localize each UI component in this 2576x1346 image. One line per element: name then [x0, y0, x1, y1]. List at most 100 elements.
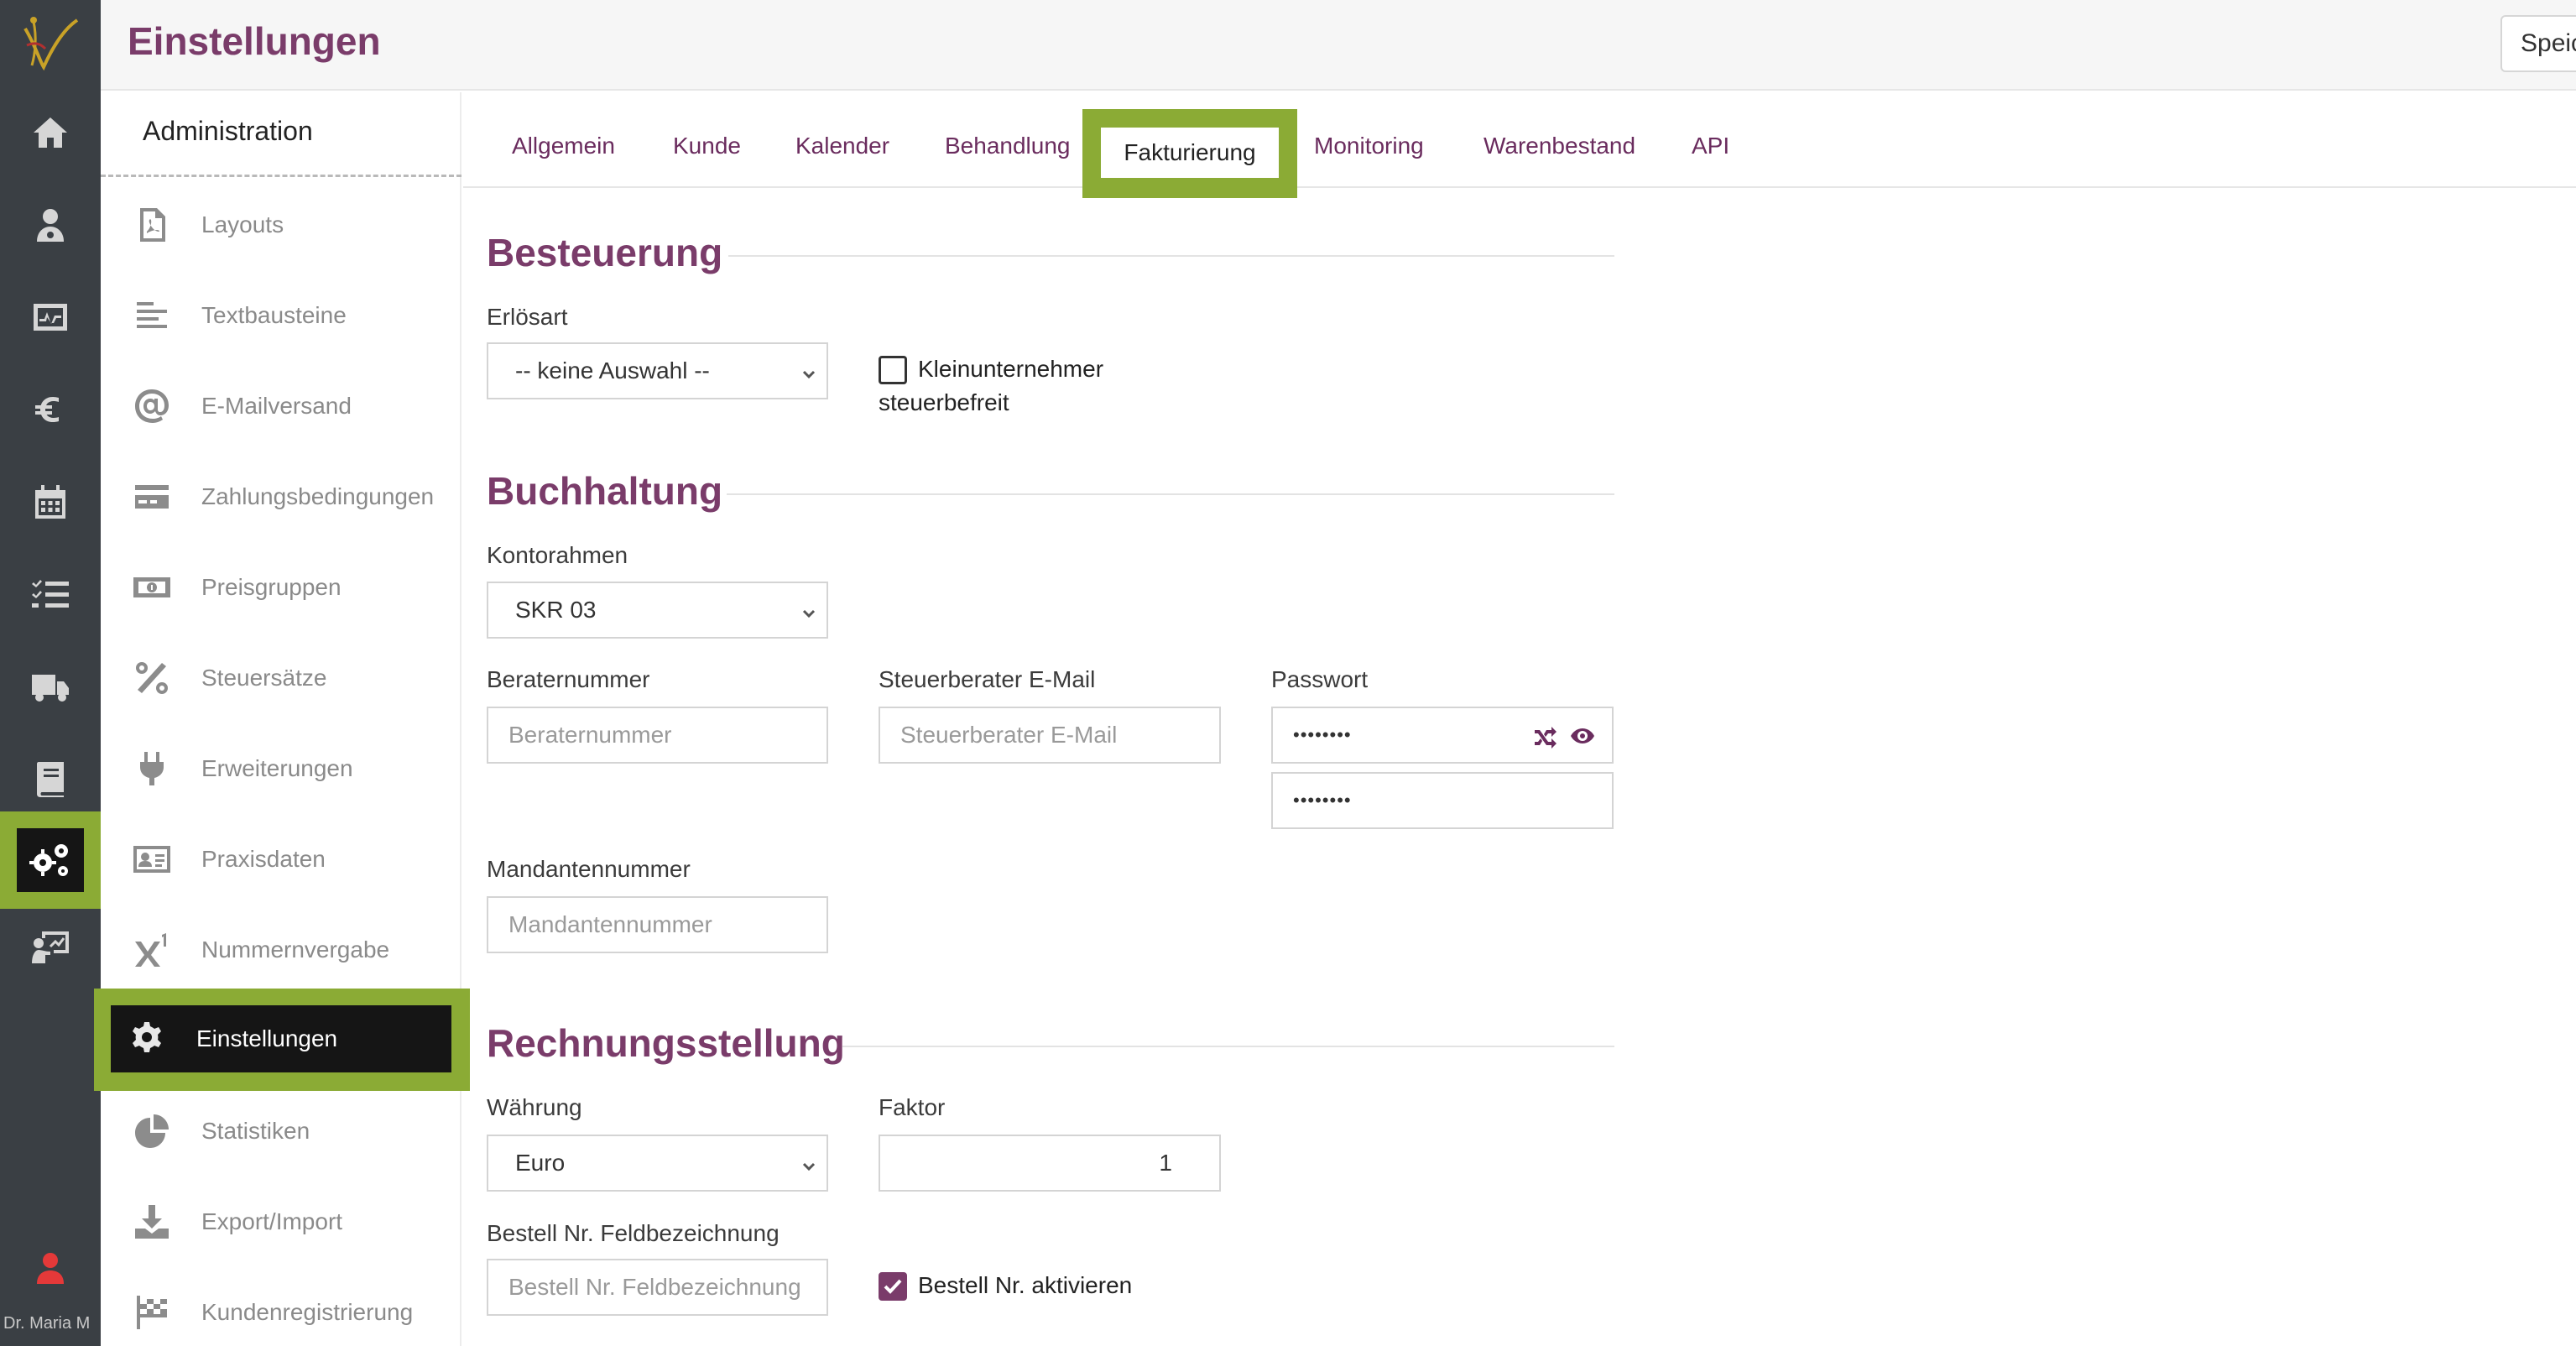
passwort-repeat-input[interactable]: •••••••• [1271, 772, 1614, 829]
checkmark-icon [884, 1279, 902, 1294]
pie-chart-icon [126, 1105, 178, 1157]
tab-warenbestand[interactable]: Warenbestand [1484, 133, 1635, 159]
settings-tabs: Allgemein Kunde Kalender Behandlung Moni… [463, 92, 2576, 188]
tab-fakturierung-highlight: Fakturierung [1082, 109, 1297, 198]
shuffle-icon[interactable] [1533, 723, 1558, 749]
task-list-icon[interactable] [0, 561, 101, 628]
bestellnr-feldbezeichnung-label: Bestell Nr. Feldbezeichnung [487, 1220, 780, 1246]
sidebar-item-export-import[interactable]: Export/Import [101, 1176, 461, 1267]
percent-icon [126, 652, 178, 704]
plug-icon [126, 743, 178, 795]
bestellnr-aktivieren-checkbox[interactable] [879, 1272, 907, 1301]
sidebar-item-erweiterungen[interactable]: Erweiterungen [101, 723, 461, 814]
download-icon [126, 1196, 178, 1248]
passwort-repeat-value: •••••••• [1293, 790, 1352, 811]
sidebar-item-nummernvergabe[interactable]: Nummernvergabe [101, 905, 461, 995]
monitor-chart-icon[interactable] [0, 284, 101, 351]
user-icon[interactable] [0, 1235, 101, 1302]
sidebar-item-label: Textbausteine [201, 302, 347, 328]
tab-behandlung[interactable]: Behandlung [945, 133, 1070, 159]
tab-fakturierung[interactable]: Fakturierung [1101, 128, 1279, 178]
erloesart-select[interactable]: -- keine Auswahl -- [487, 342, 828, 399]
sidebar-item-praxisdaten[interactable]: Praxisdaten [101, 814, 461, 905]
sidebar-item-label: Steuersätze [201, 665, 327, 691]
sidebar-title: Administration [143, 116, 313, 146]
section-divider [727, 493, 1614, 495]
sidebar-item-textbausteine[interactable]: Textbausteine [101, 270, 461, 361]
home-icon[interactable] [0, 99, 101, 166]
faktor-input[interactable]: 1 [879, 1135, 1221, 1192]
waehrung-value: Euro [515, 1150, 566, 1176]
pdf-file-icon [126, 199, 178, 251]
sidebar-item-steuersaetze[interactable]: Steuersätze [101, 633, 461, 723]
kleinunternehmer-label: Kleinunternehmer [918, 356, 1104, 382]
sidebar-item-e-mailversand[interactable]: E-Mailversand [101, 361, 461, 451]
section-title-besteuerung: Besteuerung [487, 231, 723, 274]
beraternummer-input[interactable]: Beraternummer [487, 707, 828, 764]
bestellnr-feldbezeichnung-input[interactable]: Bestell Nr. Feldbezeichnung [487, 1259, 828, 1316]
sidebar-item-statistiken[interactable]: Statistiken [101, 1086, 461, 1176]
sidebar-item-kundenregistrierung[interactable]: Kundenregistrierung [101, 1267, 461, 1346]
sidebar-item-einstellungen[interactable]: Einstellungen [111, 1005, 451, 1072]
kleinunternehmer-checkbox[interactable] [879, 356, 907, 384]
sidebar-item-label: Preisgruppen [201, 574, 342, 600]
mandantennummer-input[interactable]: Mandantennummer [487, 896, 828, 953]
kontorahmen-select[interactable]: SKR 03 [487, 582, 828, 639]
money-bill-icon [126, 561, 178, 613]
sidebar-item-layouts[interactable]: Layouts [101, 180, 461, 270]
tab-api[interactable]: API [1692, 133, 1729, 159]
calendar-icon[interactable] [0, 468, 101, 535]
tab-kunde[interactable]: Kunde [673, 133, 741, 159]
section-title-rechnungsstellung: Rechnungsstellung [487, 1021, 845, 1065]
section-divider [728, 255, 1614, 257]
waehrung-select[interactable]: Euro [487, 1135, 828, 1192]
user-name[interactable]: Dr. Maria M [0, 1314, 101, 1333]
sidebar-item-label: Nummernvergabe [201, 936, 390, 963]
sidebar-item-label: E-Mailversand [201, 393, 352, 419]
truck-icon[interactable] [0, 653, 101, 720]
at-sign-icon [126, 380, 178, 432]
sidebar-item-preisgruppen[interactable]: Preisgruppen [101, 542, 461, 633]
kontorahmen-value: SKR 03 [515, 597, 597, 623]
superscript-icon [126, 924, 178, 976]
beraternummer-label: Beraternummer [487, 666, 650, 692]
presentation-icon[interactable] [0, 913, 101, 980]
kontorahmen-label: Kontorahmen [487, 542, 628, 568]
section-title-buchhaltung: Buchhaltung [487, 469, 723, 513]
tab-kalender[interactable]: Kalender [795, 133, 889, 159]
align-left-icon [126, 290, 178, 342]
erloesart-value: -- keine Auswahl -- [515, 357, 710, 383]
sidebar-item-label: Praxisdaten [201, 846, 326, 872]
chevron-down-icon [800, 602, 818, 620]
doctor-icon[interactable] [0, 191, 101, 258]
tab-allgemein[interactable]: Allgemein [512, 133, 615, 159]
passwort-input[interactable]: •••••••• [1271, 707, 1614, 764]
chevron-down-icon [800, 1155, 818, 1173]
gears-icon[interactable] [17, 828, 84, 892]
waehrung-label: Währung [487, 1094, 582, 1120]
book-icon[interactable] [0, 745, 101, 812]
eye-icon[interactable] [1570, 723, 1595, 749]
admin-sidebar: Administration Layouts Textbausteine E-M… [101, 92, 461, 1346]
sidebar-item-label: Kundenregistrierung [201, 1299, 414, 1325]
sidebar-item-label: Export/Import [201, 1208, 343, 1234]
sidebar-item-label: Layouts [201, 211, 284, 237]
section-divider [842, 1046, 1614, 1047]
tab-monitoring[interactable]: Monitoring [1314, 133, 1424, 159]
erloesart-label: Erlösart [487, 304, 568, 330]
sidebar-item-label: Statistiken [201, 1118, 310, 1144]
page-title: Einstellungen [128, 19, 381, 63]
chevron-down-icon [800, 363, 818, 381]
logo-icon[interactable] [18, 12, 82, 76]
steuerberater-email-input[interactable]: Steuerberater E-Mail [879, 707, 1221, 764]
checkered-flag-icon [126, 1286, 178, 1338]
euro-icon[interactable] [0, 376, 101, 443]
passwort-value: •••••••• [1293, 724, 1352, 745]
sidebar-item-zahlungsbedingungen[interactable]: Zahlungsbedingungen [101, 451, 461, 542]
icon-rail: Dr. Maria M [0, 0, 101, 1346]
settings-nav-highlight [0, 811, 101, 909]
sidebar-item-label: Erweiterungen [201, 755, 353, 781]
save-button[interactable]: Speic [2500, 15, 2576, 72]
sidebar-item-label: Einstellungen [196, 1025, 338, 1051]
gear-icon [121, 1013, 173, 1065]
